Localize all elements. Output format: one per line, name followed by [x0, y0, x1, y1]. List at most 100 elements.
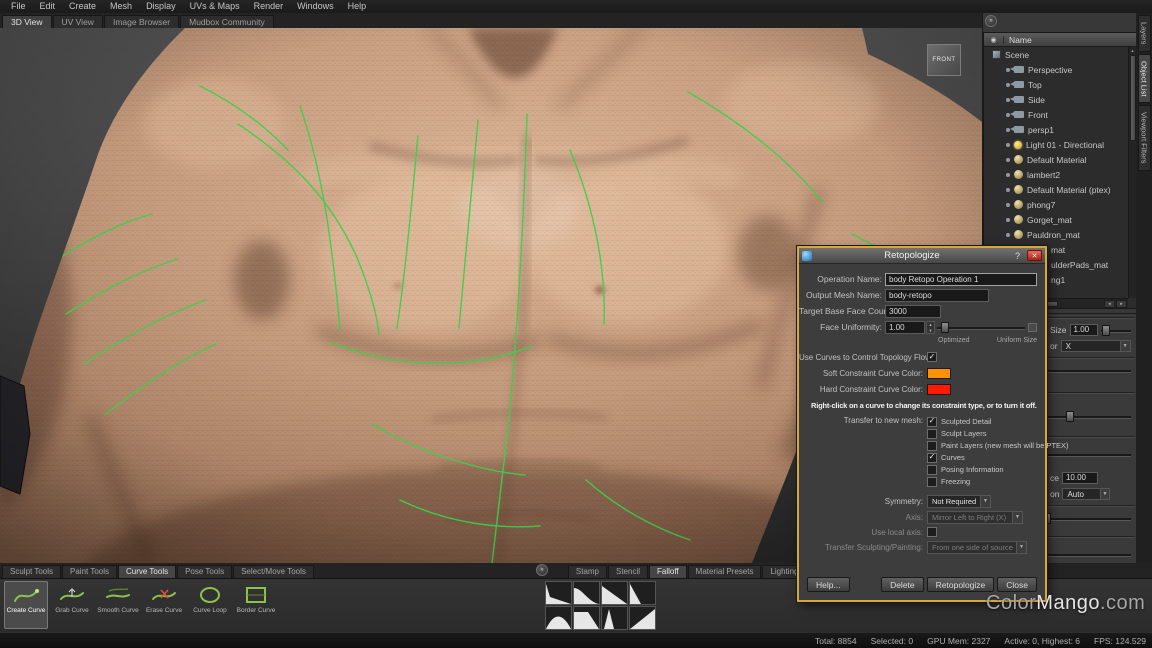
paint-layers-checkbox[interactable] [927, 441, 937, 451]
tab-pose-tools[interactable]: Pose Tools [177, 565, 232, 578]
collapse-right-panel-icon[interactable]: » [985, 15, 997, 27]
menu-file[interactable]: File [4, 0, 33, 13]
object-list-item-perspective[interactable]: Perspective [984, 62, 1128, 77]
tool-erase-curve[interactable]: Erase Curve [142, 581, 186, 629]
curves-checkbox[interactable]: ✓ [927, 453, 937, 463]
tool-grab-curve[interactable]: Grab Curve [50, 581, 94, 629]
face-uniformity-stepper[interactable]: ▲ ▼ [926, 321, 935, 334]
menu-edit[interactable]: Edit [33, 0, 63, 13]
camera-bookmark-front[interactable]: FRONT [927, 44, 961, 76]
scroll-left-icon[interactable]: ◄ [1104, 300, 1115, 308]
falloff-preset-tile[interactable] [629, 581, 656, 605]
side-tab-viewport-filters[interactable]: Viewport Filters [1138, 105, 1151, 171]
side-tab-layers[interactable]: Layers [1138, 15, 1151, 52]
tool-border-curve[interactable]: Border Curve [234, 581, 278, 629]
tab-image-browser[interactable]: Image Browser [104, 15, 179, 28]
object-list-item-front[interactable]: Front [984, 107, 1128, 122]
falloff-preset-tile[interactable] [601, 606, 628, 630]
object-list-item-default-material[interactable]: Default Material [984, 152, 1128, 167]
hard-constraint-color-swatch[interactable] [927, 384, 951, 395]
tab-material-presets[interactable]: Material Presets [688, 565, 762, 578]
freezing-checkbox[interactable] [927, 477, 937, 487]
soft-constraint-color-swatch[interactable] [927, 368, 951, 379]
dialog-help-icon[interactable]: ? [1012, 251, 1023, 261]
help-button[interactable]: Help... [807, 577, 850, 592]
object-list-item-lambert2[interactable]: lambert2 [984, 167, 1128, 182]
sculpted-detail-checkbox[interactable]: ✓ [927, 417, 937, 427]
falloff-preset-tile[interactable] [545, 581, 572, 605]
mirror-label-fragment: or [1050, 341, 1058, 351]
tab-mudbox-community[interactable]: Mudbox Community [180, 15, 274, 28]
output-mesh-name-input[interactable]: body-retopo [885, 289, 989, 302]
falloff-preset-tile[interactable] [573, 581, 600, 605]
face-uniformity-slider[interactable] [937, 321, 1025, 334]
posing-information-checkbox[interactable] [927, 465, 937, 475]
tab-stencil[interactable]: Stencil [608, 565, 648, 578]
operation-name-input[interactable]: body Retopo Operation 1 [885, 273, 1037, 286]
slider-option-icon[interactable] [1028, 323, 1037, 332]
object-list-item-top[interactable]: Top [984, 77, 1128, 92]
direction-dropdown[interactable]: Auto ▼ [1062, 488, 1110, 500]
dialog-close-icon[interactable]: ✕ [1027, 250, 1042, 261]
delete-button[interactable]: Delete [881, 577, 924, 592]
dialog-title-bar[interactable]: Retopologize ? ✕ [799, 248, 1045, 264]
side-tab-object-list[interactable]: Object List [1138, 54, 1151, 103]
colormango-watermark: ColorMango.com [986, 592, 1145, 615]
menu-uvs-maps[interactable]: UVs & Maps [183, 0, 247, 13]
tab-paint-tools[interactable]: Paint Tools [62, 565, 117, 578]
transfer-option-paint-layers: Paint Layers (new mesh will be PTEX) [927, 440, 1069, 451]
object-list-item-scene[interactable]: Scene [984, 47, 1128, 62]
menu-render[interactable]: Render [247, 0, 291, 13]
menu-mesh[interactable]: Mesh [103, 0, 139, 13]
transfer-sculpting-painting-dropdown[interactable]: From one side of source ▼ [927, 541, 1027, 554]
size-slider[interactable] [1101, 324, 1131, 337]
sculpt-layers-checkbox[interactable] [927, 429, 937, 439]
face-uniformity-input[interactable]: 1.00 [885, 321, 925, 334]
menu-display[interactable]: Display [139, 0, 183, 13]
tab-3d-view[interactable]: 3D View [2, 15, 52, 28]
object-list-item-phong7[interactable]: phong7 [984, 197, 1128, 212]
use-local-axis-checkbox[interactable] [927, 527, 937, 537]
menu-create[interactable]: Create [62, 0, 103, 13]
symmetry-dropdown[interactable]: Not Required ▼ [927, 495, 991, 508]
falloff-preset-tile[interactable] [601, 581, 628, 605]
tool-create-curve[interactable]: Create Curve [4, 581, 48, 629]
scroll-right-icon[interactable]: ► [1116, 300, 1127, 308]
tab-curve-tools[interactable]: Curve Tools [118, 565, 176, 578]
close-button[interactable]: Close [997, 577, 1037, 592]
object-list-item-persp1[interactable]: persp1 [984, 122, 1128, 137]
scroll-up-icon[interactable]: ▲ [1131, 47, 1135, 54]
object-list-vertical-scrollbar[interactable]: ▲ [1128, 47, 1136, 298]
axis-dropdown[interactable]: Mirror Left to Right (X) ▼ [927, 511, 1023, 524]
tab-sculpt-tools[interactable]: Sculpt Tools [2, 565, 61, 578]
tab-falloff[interactable]: Falloff [649, 565, 687, 578]
object-list-item-light01[interactable]: Light 01 - Directional [984, 137, 1128, 152]
property-slider[interactable] [1033, 364, 1131, 377]
target-face-count-input[interactable]: 3000 [885, 305, 941, 318]
tab-uv-view[interactable]: UV View [53, 15, 103, 28]
object-list-item-side[interactable]: Side [984, 92, 1128, 107]
size-input[interactable]: 1.00 [1070, 324, 1098, 336]
object-list-item-default-material-ptex[interactable]: Default Material (ptex) [984, 182, 1128, 197]
retopologize-button[interactable]: Retopologize [927, 577, 995, 592]
mirror-dropdown[interactable]: X ▼ [1061, 340, 1131, 352]
object-list-item-pauldron-mat[interactable]: Pauldron_mat [984, 227, 1128, 242]
collapse-tray-icon[interactable]: » [536, 564, 548, 576]
scrollbar-thumb[interactable] [1130, 55, 1136, 141]
tab-select-move-tools[interactable]: Select/Move Tools [233, 565, 314, 578]
menu-help[interactable]: Help [341, 0, 374, 13]
object-list-item-gorget-mat[interactable]: Gorget_mat [984, 212, 1128, 227]
falloff-preset-tile[interactable] [629, 606, 656, 630]
tool-curve-loop[interactable]: Curve Loop [188, 581, 232, 629]
axis-row: Axis: Mirror Left to Right (X) ▼ [799, 509, 1045, 525]
tool-smooth-curve[interactable]: Smooth Curve [96, 581, 140, 629]
tab-stamp[interactable]: Stamp [568, 565, 607, 578]
falloff-preset-tile[interactable] [573, 606, 600, 630]
property-slider[interactable] [1033, 548, 1131, 561]
name-column-header[interactable]: Name [1004, 35, 1032, 45]
use-curves-checkbox[interactable]: ✓ [927, 352, 937, 362]
property-slider[interactable] [1033, 512, 1131, 525]
falloff-preset-tile[interactable] [545, 606, 572, 630]
erase-curve-icon [151, 585, 177, 605]
menu-windows[interactable]: Windows [290, 0, 341, 13]
